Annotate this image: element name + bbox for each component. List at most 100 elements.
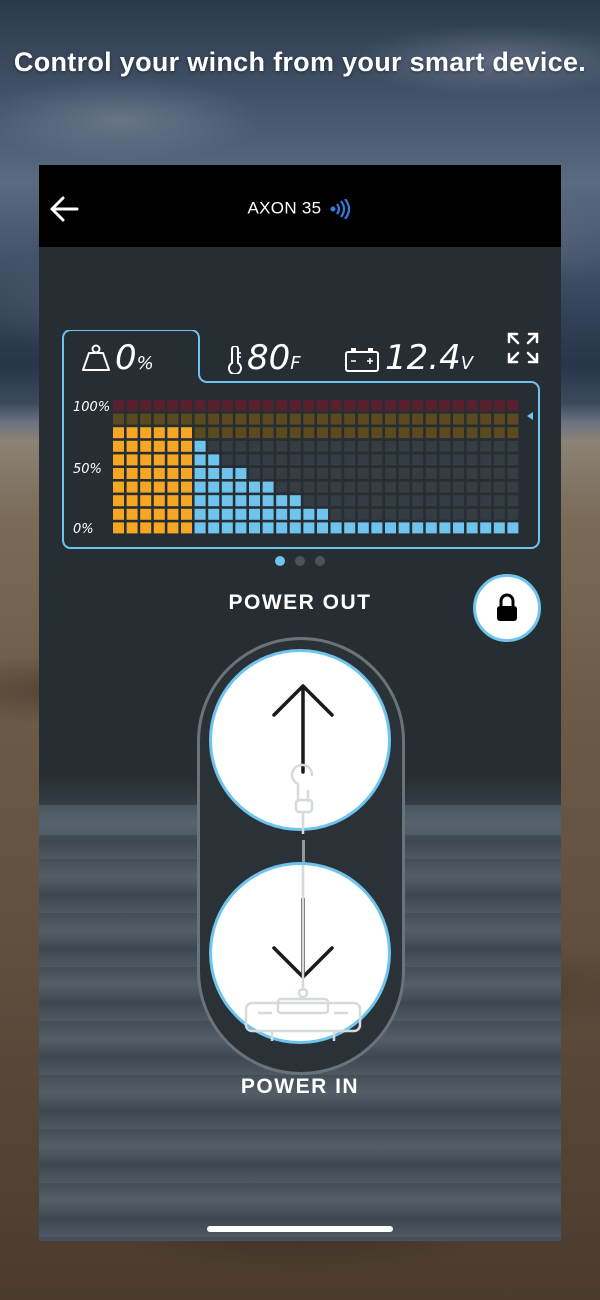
grid-cell (466, 468, 478, 479)
grid-cell (140, 495, 152, 507)
grid-cell (466, 522, 478, 534)
grid-cell (181, 400, 192, 411)
load-unit: % (136, 353, 154, 374)
grid-cell (153, 522, 165, 534)
page-dot[interactable] (295, 556, 305, 566)
grid-cell (167, 508, 179, 520)
grid-cell (317, 413, 328, 425)
grid-cell (357, 400, 369, 411)
grid-cell (208, 468, 220, 479)
grid-cell (289, 495, 301, 507)
grid-cell (385, 508, 396, 520)
arrow-down-icon (244, 865, 362, 1041)
grid-cell (249, 400, 260, 411)
grid-cell (249, 413, 260, 425)
grid-cell (344, 440, 356, 452)
grid-cell (249, 468, 260, 479)
grid-cell (126, 495, 138, 507)
grid-cell (126, 522, 138, 534)
grid-cell (398, 440, 410, 452)
grid-cell (412, 481, 424, 493)
grid-cell (181, 468, 192, 479)
lock-button[interactable] (473, 574, 541, 642)
grid-cell (289, 454, 301, 466)
load-chart: 100% 50% 0% (61, 390, 541, 540)
grid-cell (289, 400, 301, 411)
grid-cell (140, 508, 152, 520)
grid-cell (276, 440, 288, 452)
grid-cell (153, 413, 165, 425)
expand-button[interactable] (505, 330, 541, 366)
grid-cell (153, 508, 165, 520)
grid-cell (181, 413, 192, 425)
grid-cell (385, 522, 396, 534)
grid-cell (140, 454, 152, 466)
page-dot[interactable] (315, 556, 325, 566)
home-indicator[interactable] (207, 1226, 393, 1232)
grid-cell (303, 440, 315, 452)
grid-cell (276, 495, 288, 507)
grid-cell (167, 481, 179, 493)
grid-cell (439, 522, 451, 534)
grid-cell (493, 468, 505, 479)
page-dot[interactable] (275, 556, 285, 566)
grid-cell (126, 400, 138, 411)
grid-cell (221, 468, 233, 479)
grid-cell (140, 440, 152, 452)
grid-cell (453, 440, 464, 452)
grid-cell (262, 508, 274, 520)
grid-cell (140, 522, 152, 534)
grid-cell (412, 468, 424, 479)
grid-cell (357, 454, 369, 466)
grid-cell (330, 400, 342, 411)
grid-cell (357, 413, 369, 425)
grid-cell (249, 427, 260, 439)
grid-cell (466, 440, 478, 452)
grid-cell (208, 454, 220, 466)
grid-cell (289, 413, 301, 425)
grid-cell (113, 468, 124, 479)
grid-cell (181, 495, 192, 507)
grid-cell (330, 468, 342, 479)
grid-cell (330, 522, 342, 534)
grid-cell (221, 495, 233, 507)
grid-cell (194, 413, 206, 425)
grid-cell (221, 508, 233, 520)
power-out-button[interactable] (209, 649, 391, 834)
grid-cell (398, 481, 410, 493)
grid-cell (153, 454, 165, 466)
grid-cell (344, 468, 356, 479)
grid-cell (126, 413, 138, 425)
grid-cell (480, 413, 492, 425)
winch-icon (244, 865, 362, 1041)
grid-cell (262, 427, 274, 439)
grid-cell (235, 440, 247, 452)
grid-cell (235, 413, 247, 425)
grid-cell (221, 413, 233, 425)
device-name: AXON 35 (247, 198, 322, 218)
power-in-button[interactable] (209, 862, 391, 1044)
grid-cell (493, 522, 505, 534)
grid-cell (194, 454, 206, 466)
grid-cell (344, 413, 356, 425)
grid-cell (371, 440, 383, 452)
grid-cell (371, 495, 383, 507)
grid-cell (344, 495, 356, 507)
weight-icon (82, 344, 110, 371)
grid-cell (126, 454, 138, 466)
grid-cell (126, 468, 138, 479)
grid-cell (126, 508, 138, 520)
grid-cell (480, 427, 492, 439)
grid-cell (357, 440, 369, 452)
grid-cell (153, 427, 165, 439)
gauge-panel: 0% 80F 12.4V 100% 50% 0% (61, 330, 541, 550)
grid-cell (262, 522, 274, 534)
grid-cell (439, 468, 451, 479)
load-readout: 0% (81, 340, 191, 382)
grid-cell (262, 495, 274, 507)
grid-cell (398, 495, 410, 507)
grid-cell (181, 440, 192, 452)
grid-cell (221, 440, 233, 452)
grid-cell (453, 522, 464, 534)
grid-cell (289, 427, 301, 439)
